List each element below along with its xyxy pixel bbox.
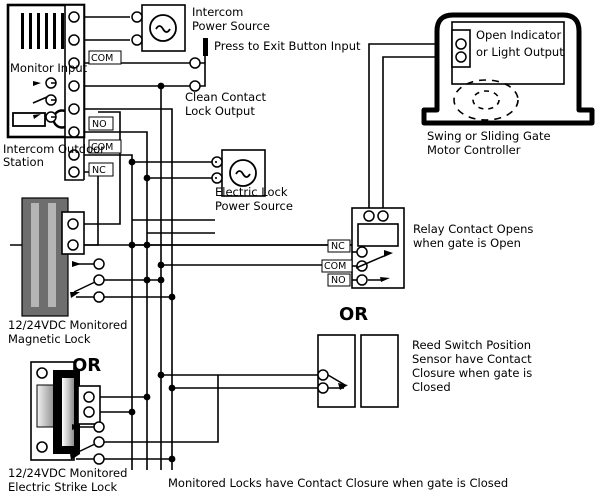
electric-strike-lock[interactable] [30,361,105,465]
reed-caption-1: Reed Switch Position [412,338,531,352]
electric-lock-power-caption-2: Power Source [215,199,293,213]
gate-output-label-1: Open Indicator [476,28,561,42]
gate-output-label-2: or Light Output [476,45,564,59]
maglock-caption-1: 12/24VDC Monitored [8,318,127,332]
gate-caption-2: Motor Controller [427,143,521,157]
magnetic-lock[interactable] [21,197,105,317]
wiring-diagram: COM NO COM NC Monitor Input Intercom Out… [0,0,596,500]
intercom-power-caption-1: Intercom [192,5,243,19]
wire-junctions [128,82,176,463]
strike-faceplate [62,378,74,446]
gate-caption-1: Swing or Sliding Gate [427,129,551,143]
intercom-power-caption-2: Power Source [192,19,270,33]
intercom-power-source[interactable] [131,4,186,52]
relay-contact-module[interactable] [351,207,405,289]
terminal-label-no: NO [92,119,107,130]
push-button-icon[interactable] [203,38,208,56]
maglock-body [21,197,69,317]
maglock-stripe-2 [48,203,56,307]
relay-label-no: NO [331,275,346,286]
intercom-terminal-labels: COM NO COM NC [88,50,122,177]
reed-switch-sensor[interactable] [317,334,399,408]
relay-caption-1: Relay Contact Opens [413,222,533,236]
reed-caption-2: Sensor have Contact [412,352,532,366]
maglock-monitor-switch [70,258,105,303]
maglock-caption-2: Magnetic Lock [8,332,91,346]
strike-caption-1: 12/24VDC Monitored [8,466,127,480]
relay-label-com: COM [324,261,346,272]
terminal-label-nc: NC [92,165,106,176]
intercom-caption-2: Station [3,155,44,169]
electric-lock-power-caption-1: Electric Lock [215,185,288,199]
or-label-middle: OR [339,304,368,325]
press-to-exit-label: Press to Exit Button Input [214,39,361,53]
reed-caption-3: Closure when gate is [412,366,532,380]
reed-caption-4: Closed [412,380,451,394]
strike-screw-hole-bottom [36,441,48,453]
strike-screw-hole-top [36,367,48,379]
maglock-stripe-1 [31,203,39,307]
relay-terminal-labels: NC COM NO [321,239,353,287]
clean-contact-caption-1: Clean Contact [185,90,267,104]
footer-note: Monitored Locks have Contact Closure whe… [168,476,508,490]
intercom-caption-1: Intercom Outdoor [3,142,105,156]
monitor-input-label: Monitor Input [10,61,88,75]
relay-caption-2: when gate is Open [413,236,521,250]
nameplate [12,112,46,127]
strike-caption-2: Electric Strike Lock [8,480,118,494]
clean-contact-caption-2: Lock Output [185,104,255,118]
press-to-exit-button[interactable] [189,38,208,92]
relay-label-nc: NC [331,241,345,252]
terminal-label-com1: COM [91,53,113,64]
